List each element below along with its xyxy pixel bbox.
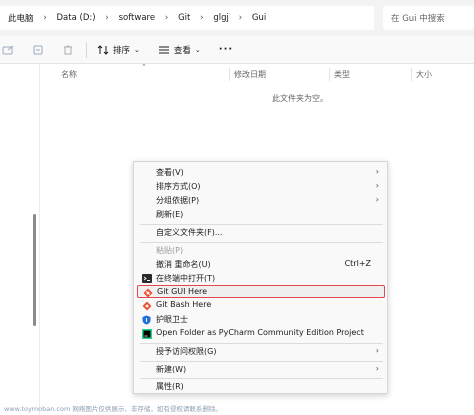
menu-item-git-gui-here[interactable]: Git GUI Here xyxy=(137,285,385,298)
column-header-name[interactable]: 名称 xyxy=(61,69,77,80)
toolbar-divider xyxy=(86,41,87,58)
menu-item-open-in-terminal[interactable]: 在终端中打开(T) xyxy=(137,272,385,285)
chevron-down-icon: ⌄ xyxy=(134,45,140,54)
search-input[interactable]: 在 Gui 中搜索 xyxy=(383,6,474,30)
empty-folder-message: 此文件夹为空。 xyxy=(272,94,328,103)
column-header-modified[interactable]: 修改日期 xyxy=(234,69,266,80)
menu-item-label: Open Folder as PyCharm Community Edition… xyxy=(156,328,364,337)
breadcrumb-item[interactable]: glgj xyxy=(213,13,229,23)
menu-divider xyxy=(140,242,383,243)
menu-item-label: 属性(R) xyxy=(156,382,184,391)
chevron-down-icon: ⌄ xyxy=(194,45,201,54)
shield-icon xyxy=(141,314,152,325)
menu-item-label: 粘贴(P) xyxy=(156,246,184,255)
breadcrumb-item[interactable]: Git xyxy=(178,13,190,23)
chevron-right-icon: › xyxy=(238,13,243,23)
menu-item-customize-folder[interactable]: 自定义文件夹(F)... xyxy=(137,226,385,239)
menu-item-label: 分组依据(P) xyxy=(156,196,200,205)
breadcrumb-item[interactable]: Gui xyxy=(252,13,266,23)
chevron-right-icon: › xyxy=(105,13,109,23)
menu-divider xyxy=(140,361,383,362)
menu-item-label: 在终端中打开(T) xyxy=(156,274,216,283)
rename-icon[interactable] xyxy=(30,42,46,58)
menu-divider xyxy=(140,343,383,344)
column-header-size[interactable]: 大小 xyxy=(416,69,432,80)
menu-item-git-bash-here[interactable]: Git Bash Here xyxy=(137,299,385,312)
chevron-right-icon: › xyxy=(375,364,379,373)
git-bash-icon xyxy=(141,300,152,311)
view-icon xyxy=(158,46,169,53)
breadcrumb-item[interactable]: software xyxy=(119,13,156,23)
chevron-right-icon: › xyxy=(43,13,47,23)
menu-divider xyxy=(140,224,383,225)
menu-item-give-access[interactable]: 授予访问权限(G) › xyxy=(137,345,385,358)
menu-item-paste[interactable]: 粘贴(P) xyxy=(137,244,385,257)
menu-item-sort-by[interactable]: 排序方式(O) › xyxy=(137,180,385,193)
chevron-right-icon: › xyxy=(375,195,379,204)
menu-item-new[interactable]: 新建(W) › xyxy=(137,363,385,376)
breadcrumb-item[interactable]: 此电脑 xyxy=(8,12,34,24)
scrollbar-thumb[interactable] xyxy=(33,214,36,326)
column-divider[interactable] xyxy=(411,68,412,81)
sort-label: 排序 xyxy=(113,45,131,56)
terminal-icon xyxy=(141,273,152,284)
watermark: www.toymoban.com 网络图片仅供展示，非存储，如有侵权请联系删除。 xyxy=(4,405,222,413)
more-options-button[interactable]: ··· xyxy=(219,44,233,55)
command-bar: 排序 ⌄ 查看 ⌄ ··· xyxy=(0,36,474,64)
menu-item-label: 刷新(E) xyxy=(156,210,184,219)
menu-item-properties[interactable]: 属性(R) xyxy=(137,380,385,393)
menu-item-open-pycharm[interactable]: Open Folder as PyCharm Community Edition… xyxy=(137,327,385,340)
breadcrumb-item[interactable]: Data (D:) xyxy=(57,13,96,23)
menu-item-label: 新建(W) xyxy=(156,365,187,374)
column-header-type[interactable]: 类型 xyxy=(334,69,350,80)
menu-item-label: 护眼卫士 xyxy=(156,315,188,324)
context-menu: 查看(V) › 排序方式(O) › 分组依据(P) › 刷新(E) 自定义文件夹… xyxy=(133,161,388,394)
menu-item-view[interactable]: 查看(V) › xyxy=(137,166,385,179)
sort-icon xyxy=(97,44,109,55)
delete-icon[interactable] xyxy=(60,42,76,58)
menu-item-label: 授予访问权限(G) xyxy=(156,347,217,356)
menu-item-label: 查看(V) xyxy=(156,168,184,177)
address-bar: 此电脑 › Data (D:) › software › Git › glgj … xyxy=(0,0,474,36)
pycharm-icon xyxy=(141,328,152,339)
chevron-right-icon: › xyxy=(375,346,379,355)
menu-item-eye-guard[interactable]: 护眼卫士 xyxy=(137,313,385,326)
menu-item-shortcut: Ctrl+Z xyxy=(344,259,371,268)
menu-item-label: Git GUI Here xyxy=(157,287,208,296)
view-label: 查看 xyxy=(173,45,191,56)
sort-button[interactable]: 排序 ⌄ xyxy=(97,44,140,56)
menu-item-refresh[interactable]: 刷新(E) xyxy=(137,208,385,221)
chevron-right-icon: › xyxy=(164,13,169,23)
git-gui-icon xyxy=(142,287,153,298)
chevron-right-icon: › xyxy=(375,181,379,190)
menu-item-label: Git Bash Here xyxy=(156,300,212,309)
menu-item-label: 排序方式(O) xyxy=(156,182,201,191)
share-icon[interactable] xyxy=(0,42,16,58)
menu-item-label: 自定义文件夹(F)... xyxy=(156,228,223,237)
menu-item-label: 撤消 重命名(U) xyxy=(156,260,211,269)
menu-item-undo-rename[interactable]: 撤消 重命名(U) Ctrl+Z xyxy=(137,258,385,271)
view-button[interactable]: 查看 ⌄ xyxy=(158,44,201,56)
breadcrumb[interactable]: 此电脑 › Data (D:) › software › Git › glgj … xyxy=(0,6,374,30)
sort-arrow-icon: ⌃ xyxy=(141,63,147,71)
chevron-right-icon: › xyxy=(200,13,204,23)
chevron-right-icon: › xyxy=(375,167,379,176)
column-divider[interactable] xyxy=(229,68,230,81)
menu-divider xyxy=(140,378,383,379)
menu-item-group-by[interactable]: 分组依据(P) › xyxy=(137,194,385,207)
navigation-pane xyxy=(0,64,40,415)
column-divider[interactable] xyxy=(329,68,330,81)
